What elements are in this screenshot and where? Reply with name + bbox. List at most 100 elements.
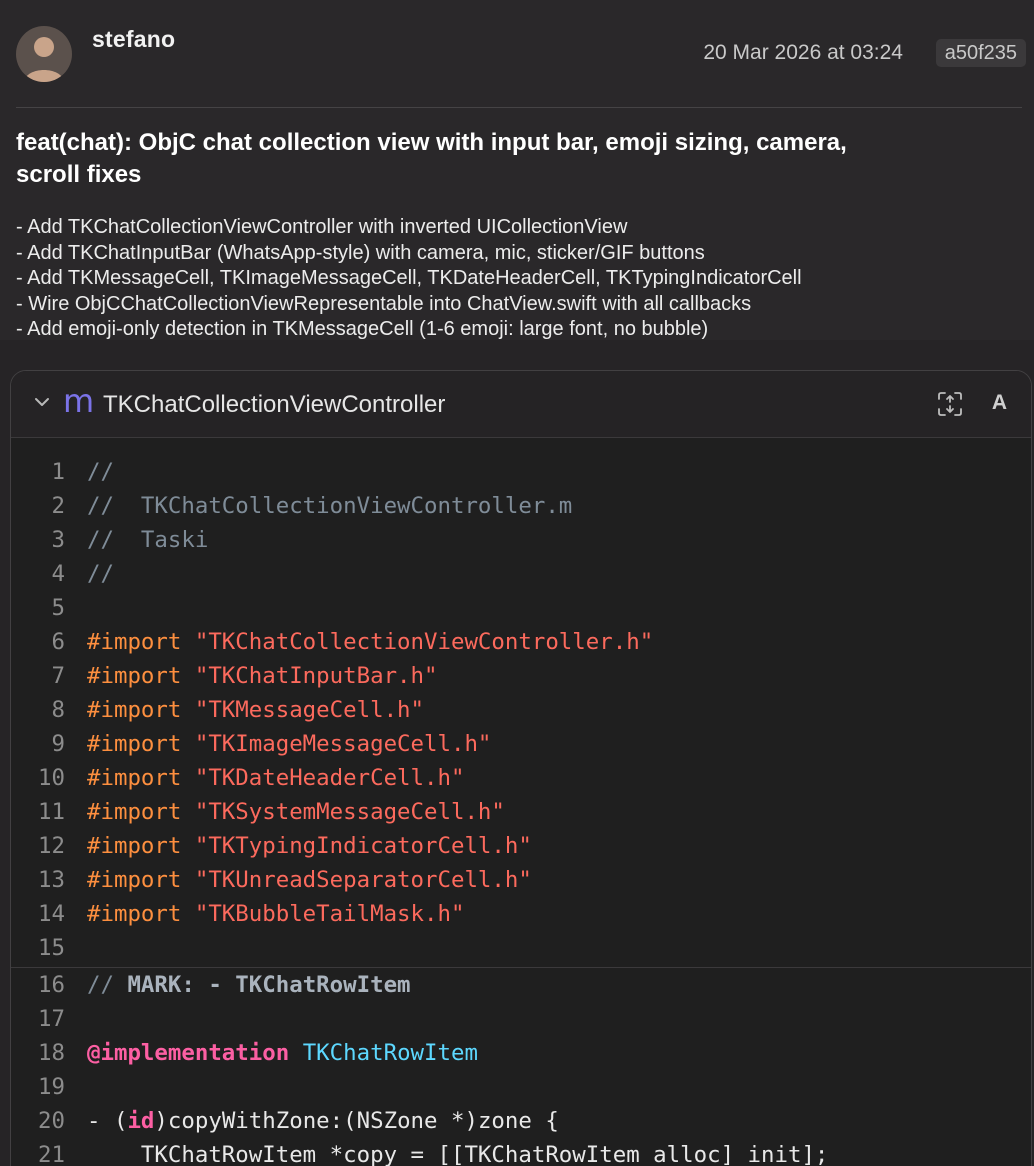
code-line: 21 TKChatRowItem *copy = [[TKChatRowItem… <box>11 1138 1031 1166</box>
code-token: #import <box>87 663 195 689</box>
code-line: 8 #import "TKMessageCell.h" <box>11 693 1031 727</box>
line-source: #import "TKSystemMessageCell.h" <box>87 795 505 829</box>
code-line: 20 - (id)copyWithZone:(NSZone *)zone { <box>11 1104 1031 1138</box>
commit-hash-badge[interactable]: a50f235 <box>935 39 1026 67</box>
line-source: #import "TKUnreadSeparatorCell.h" <box>87 863 532 897</box>
code-line: 16 // MARK: - TKChatRowItem <box>11 967 1031 1002</box>
commit-detail-view: stefano 20 Mar 2026 at 03:24 a50f235 fea… <box>0 0 1034 1166</box>
line-number: 14 <box>38 901 65 927</box>
code-token: "TKTypingIndicatorCell.h" <box>194 833 532 859</box>
code-line: 10 #import "TKDateHeaderCell.h" <box>11 761 1031 795</box>
code-line: 15 <box>11 931 1031 965</box>
commit-body-line: - Wire ObjCChatCollectionViewRepresentab… <box>16 292 752 315</box>
line-source: @implementation TKChatRowItem <box>87 1036 478 1070</box>
code-token: "TKImageMessageCell.h" <box>194 731 492 757</box>
commit-body: - Add TKChatCollectionViewController wit… <box>16 215 1016 340</box>
code-line: 12 #import "TKTypingIndicatorCell.h" <box>11 829 1031 863</box>
code-token: #import <box>87 765 195 791</box>
line-number: 8 <box>51 697 65 723</box>
code-token: "TKUnreadSeparatorCell.h" <box>194 867 532 893</box>
commit-body-line: - Add TKChatInputBar (WhatsApp-style) wi… <box>16 241 705 264</box>
file-diff-panel: m TKChatCollectionViewController A 1 // 2 /… <box>10 370 1032 1166</box>
line-number: 13 <box>38 867 65 893</box>
code-token: TKChatRowItem <box>302 1040 478 1066</box>
font-size-toggle[interactable]: A <box>992 391 1007 415</box>
line-source: #import "TKTypingIndicatorCell.h" <box>87 829 532 863</box>
line-source: #import "TKBubbleTailMask.h" <box>87 897 464 931</box>
file-name: TKChatCollectionViewController <box>103 391 446 418</box>
commit-subject: feat(chat): ObjC chat collection view wi… <box>16 129 847 188</box>
line-source: #import "TKImageMessageCell.h" <box>87 727 491 761</box>
code-token: - ( <box>87 1108 128 1134</box>
objc-m-file-icon: m <box>63 382 95 420</box>
commit-body-line: - Add TKMessageCell, TKImageMessageCell,… <box>16 267 802 289</box>
expand-arrows-icon[interactable] <box>935 389 965 419</box>
line-number: 7 <box>51 663 65 689</box>
code-token: "TKChatInputBar.h" <box>194 663 438 689</box>
code-line: 7 #import "TKChatInputBar.h" <box>11 659 1031 693</box>
header-divider <box>16 107 1022 108</box>
code-line: 13 #import "TKUnreadSeparatorCell.h" <box>11 863 1031 897</box>
commit-body-line: - Add emoji-only detection in TKMessageC… <box>16 318 709 340</box>
line-number: 21 <box>38 1142 65 1166</box>
code-token: // Taski <box>87 527 209 553</box>
line-source: // Taski <box>87 523 208 557</box>
line-source: #import "TKChatCollectionViewController.… <box>87 625 653 659</box>
code-token: "TKChatCollectionViewController.h" <box>194 629 654 655</box>
code-line: 11 #import "TKSystemMessageCell.h" <box>11 795 1031 829</box>
line-number: 18 <box>38 1040 65 1066</box>
file-header[interactable]: m TKChatCollectionViewController A <box>11 371 1031 438</box>
line-number: 12 <box>38 833 65 859</box>
code-token: "TKDateHeaderCell.h" <box>194 765 465 791</box>
code-line: 17 <box>11 1002 1031 1036</box>
line-number: 15 <box>38 935 65 961</box>
code-line: 19 <box>11 1070 1031 1104</box>
code-token: // <box>87 459 114 485</box>
line-number: 17 <box>38 1006 65 1032</box>
code-line: 14 #import "TKBubbleTailMask.h" <box>11 897 1031 931</box>
commit-date: 20 Mar 2026 at 03:24 <box>703 41 903 64</box>
chevron-down-icon[interactable] <box>33 393 51 411</box>
code-token: @implementation <box>87 1040 290 1066</box>
code-token: #import <box>87 867 195 893</box>
avatar[interactable] <box>16 26 72 82</box>
code-line: 18 @implementation TKChatRowItem <box>11 1036 1031 1070</box>
line-number: 5 <box>51 595 65 621</box>
line-number: 20 <box>38 1108 65 1134</box>
code-line: 3 // Taski <box>11 523 1031 557</box>
code-line: 2 // TKChatCollectionViewController.m <box>11 489 1031 523</box>
code-token: #import <box>87 697 195 723</box>
code-token: #import <box>87 799 195 825</box>
line-number: 6 <box>51 629 65 655</box>
code-line: 4 // <box>11 557 1031 591</box>
code-token: // TKChatCollectionViewController.m <box>87 493 573 519</box>
code-view: 1 // 2 // TKChatCollectionViewController.m 3… <box>11 455 1031 1166</box>
line-source: #import "TKDateHeaderCell.h" <box>87 761 464 795</box>
line-source: TKChatRowItem *copy = [[TKChatRowItem al… <box>87 1138 829 1166</box>
code-token: #import <box>87 629 195 655</box>
line-number: 4 <box>51 561 65 587</box>
line-number: 3 <box>51 527 65 553</box>
code-line: 6 #import "TKChatCollectionViewController… <box>11 625 1031 659</box>
code-line: 5 <box>11 591 1031 625</box>
line-number: 9 <box>51 731 65 757</box>
code-token: "TKBubbleTailMask.h" <box>194 901 465 927</box>
commit-author: stefano <box>92 26 176 52</box>
code-token: TKChatRowItem *copy = [[TKChatRowItem al… <box>87 1142 829 1166</box>
code-token: "TKSystemMessageCell.h" <box>194 799 505 825</box>
line-source: - (id)copyWithZone:(NSZone *)zone { <box>87 1104 559 1138</box>
commit-header: stefano 20 Mar 2026 at 03:24 a50f235 fea… <box>0 0 1034 340</box>
code-line: 9 #import "TKImageMessageCell.h" <box>11 727 1031 761</box>
line-number: 10 <box>38 765 65 791</box>
code-token: // <box>87 561 114 587</box>
line-source: // MARK: - TKChatRowItem <box>87 968 411 1002</box>
code-line: 1 // <box>11 455 1031 489</box>
line-number: 2 <box>51 493 65 519</box>
line-source: // <box>87 455 114 489</box>
code-token: #import <box>87 731 195 757</box>
line-number: 19 <box>38 1074 65 1100</box>
code-token: MARK: - TKChatRowItem <box>127 972 411 998</box>
line-source: // <box>87 557 114 591</box>
line-number: 16 <box>38 972 65 998</box>
code-token: id <box>127 1108 155 1134</box>
